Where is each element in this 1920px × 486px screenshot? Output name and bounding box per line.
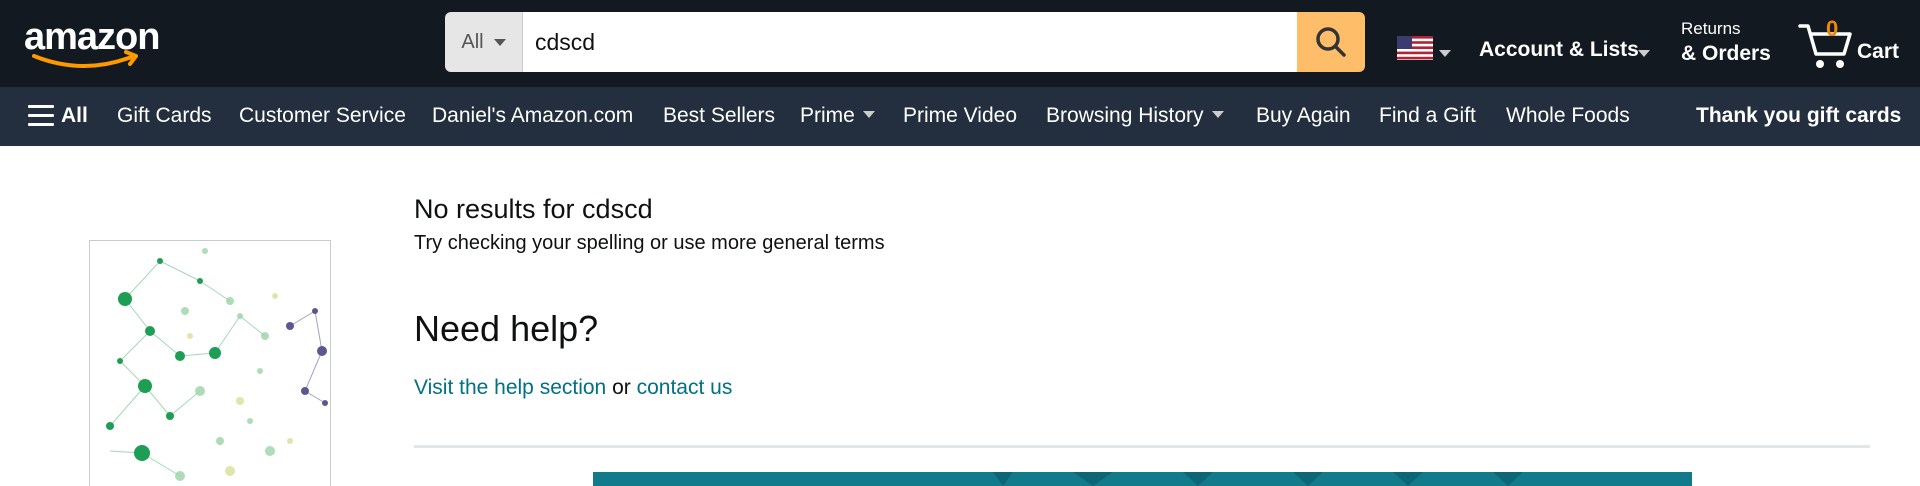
hamburger-menu-icon[interactable] [28, 105, 54, 127]
department-label: All [461, 30, 484, 53]
search-department-select[interactable]: All [445, 12, 523, 72]
nav-browsing-history-label: Browsing History [1046, 104, 1204, 127]
no-results-heading: No results for cdscd [414, 194, 653, 224]
help-section-link[interactable]: Visit the help section [414, 376, 606, 399]
chevron-down-icon [1439, 50, 1451, 57]
top-nav-bar: amazon All Account & Lists Returns [0, 0, 1920, 87]
spelling-tip: Try checking your spelling or use more g… [414, 232, 885, 254]
cart-link[interactable]: 0 Cart [1798, 14, 1908, 74]
us-flag-icon[interactable] [1397, 36, 1433, 60]
nav-daniels-amazon[interactable]: Daniel's Amazon.com [432, 104, 633, 128]
nav-prime[interactable]: Prime [800, 104, 875, 128]
amazon-logo[interactable]: amazon [24, 16, 174, 72]
nav-prime-label: Prime [800, 104, 855, 127]
search-button[interactable] [1297, 12, 1365, 72]
search-icon [1316, 27, 1346, 57]
nav-best-sellers[interactable]: Best Sellers [663, 104, 775, 128]
chevron-down-icon [493, 38, 506, 46]
orders-label: & Orders [1681, 42, 1771, 65]
sub-nav-bar: All Gift Cards Customer Service Daniel's… [0, 87, 1920, 146]
nav-find-a-gift[interactable]: Find a Gift [1379, 104, 1476, 128]
section-divider [414, 445, 1870, 448]
nav-promo-gift-cards[interactable]: Thank you gift cards [1696, 104, 1901, 128]
side-ad-image[interactable] [89, 240, 331, 486]
nav-whole-foods[interactable]: Whole Foods [1506, 104, 1630, 128]
cart-count: 0 [1826, 16, 1839, 41]
promo-banner[interactable] [593, 472, 1692, 486]
chevron-down-icon [1638, 50, 1650, 57]
search-input[interactable] [523, 12, 1297, 72]
or-text: or [612, 376, 631, 399]
nav-browsing-history[interactable]: Browsing History [1046, 104, 1224, 128]
banner-pattern [993, 472, 1523, 486]
contact-us-link[interactable]: contact us [637, 376, 733, 399]
chevron-down-icon [862, 110, 875, 118]
nav-customer-service[interactable]: Customer Service [239, 104, 406, 128]
returns-orders-link[interactable]: Returns & Orders [1681, 18, 1771, 68]
nav-prime-video[interactable]: Prime Video [903, 104, 1017, 128]
help-links: Visit the help section or contact us [414, 376, 732, 400]
account-lists-link[interactable]: Account & Lists [1479, 38, 1639, 62]
need-help-heading: Need help? [414, 308, 599, 349]
network-illustration [106, 248, 328, 481]
returns-label: Returns [1681, 19, 1741, 38]
all-menu-button[interactable]: All [61, 104, 88, 128]
nav-gift-cards[interactable]: Gift Cards [117, 104, 212, 128]
nav-buy-again[interactable]: Buy Again [1256, 104, 1351, 128]
chevron-down-icon [1211, 110, 1224, 118]
logo-smile-icon [32, 50, 138, 68]
search-bar: All [445, 12, 1365, 72]
cart-label: Cart [1857, 40, 1900, 63]
